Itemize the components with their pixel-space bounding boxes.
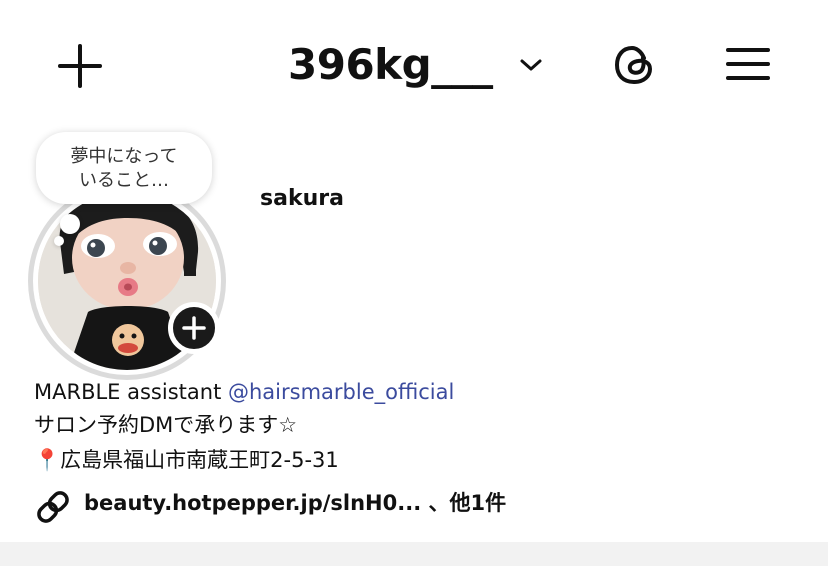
note-bubble-tail <box>60 214 80 234</box>
mention-link[interactable]: @hairsmarble_official <box>228 380 454 404</box>
note-text: 夢中になって いること… <box>70 146 178 191</box>
note-bubble-tail-small <box>54 236 64 246</box>
menu-button[interactable] <box>724 44 772 84</box>
threads-icon <box>614 45 653 85</box>
account-switch-button[interactable] <box>518 54 544 76</box>
display-name: sakura <box>260 186 344 211</box>
plus-icon <box>182 316 206 340</box>
chevron-down-icon <box>520 59 542 71</box>
create-button[interactable] <box>56 42 104 90</box>
plus-icon <box>58 44 102 88</box>
section-divider <box>0 542 828 566</box>
link-icon <box>37 491 69 523</box>
link-text: beauty.hotpepper.jp/slnH0... 、他1件 <box>84 491 507 515</box>
add-story-button[interactable] <box>168 302 220 354</box>
note-bubble[interactable]: 夢中になって いること… <box>36 132 212 204</box>
bio-text: MARBLE assistant <box>34 380 228 404</box>
bio-line-1: MARBLE assistant @hairsmarble_official <box>34 377 454 407</box>
profile-username[interactable]: 396kg___ <box>288 36 493 94</box>
hamburger-menu-icon <box>726 48 770 80</box>
bio-line-2: サロン予約DMで承ります☆ <box>34 413 298 437</box>
threads-button[interactable] <box>610 40 660 90</box>
bio-address: 📍広島県福山市南蔵王町2-5-31 <box>34 448 339 472</box>
